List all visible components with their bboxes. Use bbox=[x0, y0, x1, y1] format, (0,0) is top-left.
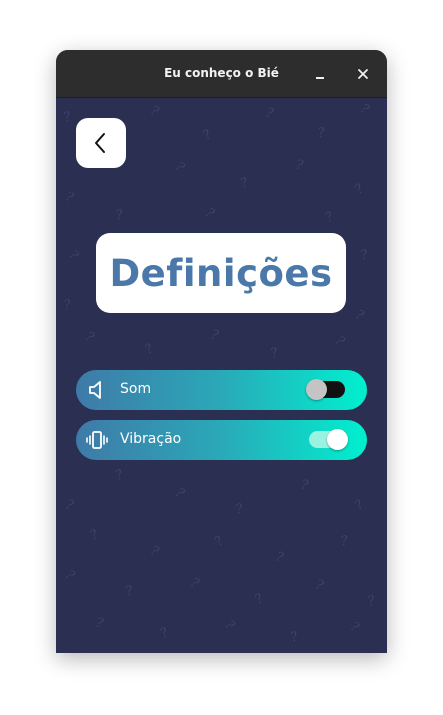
speaker-icon bbox=[89, 381, 101, 399]
close-button[interactable] bbox=[351, 62, 375, 86]
app-window: Eu conheço o Bié ? ? ? ? ? ? ? ? ? ? ? ?… bbox=[56, 50, 387, 653]
vibration-icon bbox=[86, 431, 108, 449]
settings-screen: ? ? ? ? ? ? ? ? ? ? ? ? ? ? ? ? ? ? ? ? … bbox=[56, 98, 387, 653]
sound-toggle[interactable] bbox=[306, 379, 345, 400]
back-button[interactable] bbox=[76, 118, 126, 168]
page-title: Definições bbox=[109, 251, 333, 295]
close-icon bbox=[358, 69, 368, 79]
vibration-toggle[interactable] bbox=[309, 429, 348, 450]
minimize-button[interactable] bbox=[309, 62, 333, 86]
toggle-knob bbox=[306, 379, 327, 400]
minimize-icon bbox=[316, 77, 324, 79]
toggle-knob bbox=[327, 429, 348, 450]
setting-label-vibracao: Vibração bbox=[120, 431, 182, 447]
window-title: Eu conheço o Bié bbox=[164, 66, 279, 80]
setting-label-som: Som bbox=[120, 381, 152, 397]
page-title-card: Definições bbox=[96, 233, 346, 313]
setting-row-vibracao[interactable]: Vibração bbox=[76, 420, 367, 460]
chevron-left-icon bbox=[95, 133, 105, 153]
setting-row-som[interactable]: Som bbox=[76, 370, 367, 410]
title-bar[interactable]: Eu conheço o Bié bbox=[56, 50, 387, 98]
